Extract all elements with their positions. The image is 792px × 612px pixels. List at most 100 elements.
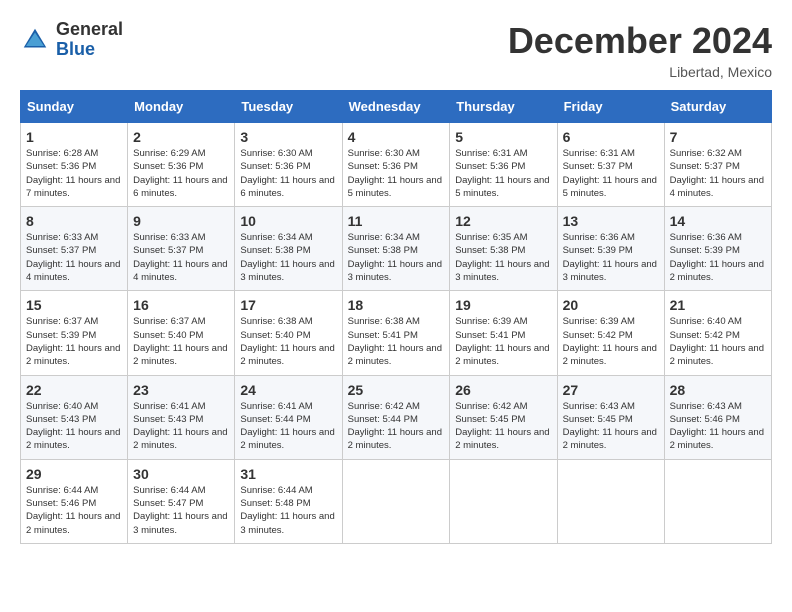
day-number: 9 [133,213,229,229]
day-info: Sunrise: 6:44 AM Sunset: 5:48 PM Dayligh… [240,484,336,537]
table-row: 27 Sunrise: 6:43 AM Sunset: 5:45 PM Dayl… [557,375,664,459]
day-number: 20 [563,297,659,313]
table-row: 15 Sunrise: 6:37 AM Sunset: 5:39 PM Dayl… [21,291,128,375]
day-info: Sunrise: 6:41 AM Sunset: 5:44 PM Dayligh… [240,400,336,453]
day-number: 23 [133,382,229,398]
day-number: 5 [455,129,551,145]
day-info: Sunrise: 6:30 AM Sunset: 5:36 PM Dayligh… [348,147,445,200]
logo-icon [20,25,50,55]
table-row: 13 Sunrise: 6:36 AM Sunset: 5:39 PM Dayl… [557,207,664,291]
col-monday: Monday [128,91,235,123]
day-number: 28 [670,382,766,398]
logo-general: General [56,19,123,39]
table-row: 20 Sunrise: 6:39 AM Sunset: 5:42 PM Dayl… [557,291,664,375]
table-row: 7 Sunrise: 6:32 AM Sunset: 5:37 PM Dayli… [664,123,771,207]
table-row: 4 Sunrise: 6:30 AM Sunset: 5:36 PM Dayli… [342,123,450,207]
day-number: 30 [133,466,229,482]
table-row: 6 Sunrise: 6:31 AM Sunset: 5:37 PM Dayli… [557,123,664,207]
table-row: 30 Sunrise: 6:44 AM Sunset: 5:47 PM Dayl… [128,459,235,543]
logo-text: General Blue [56,20,123,60]
table-row: 5 Sunrise: 6:31 AM Sunset: 5:36 PM Dayli… [450,123,557,207]
day-info: Sunrise: 6:36 AM Sunset: 5:39 PM Dayligh… [563,231,659,284]
table-row: 25 Sunrise: 6:42 AM Sunset: 5:44 PM Dayl… [342,375,450,459]
day-number: 13 [563,213,659,229]
day-number: 16 [133,297,229,313]
day-info: Sunrise: 6:31 AM Sunset: 5:37 PM Dayligh… [563,147,659,200]
table-row: 22 Sunrise: 6:40 AM Sunset: 5:43 PM Dayl… [21,375,128,459]
day-info: Sunrise: 6:42 AM Sunset: 5:44 PM Dayligh… [348,400,445,453]
calendar-week-5: 29 Sunrise: 6:44 AM Sunset: 5:46 PM Dayl… [21,459,772,543]
day-info: Sunrise: 6:38 AM Sunset: 5:40 PM Dayligh… [240,315,336,368]
table-row: 2 Sunrise: 6:29 AM Sunset: 5:36 PM Dayli… [128,123,235,207]
day-number: 10 [240,213,336,229]
day-number: 27 [563,382,659,398]
day-info: Sunrise: 6:29 AM Sunset: 5:36 PM Dayligh… [133,147,229,200]
table-row: 19 Sunrise: 6:39 AM Sunset: 5:41 PM Dayl… [450,291,557,375]
calendar-week-4: 22 Sunrise: 6:40 AM Sunset: 5:43 PM Dayl… [21,375,772,459]
day-number: 12 [455,213,551,229]
table-row [664,459,771,543]
day-info: Sunrise: 6:39 AM Sunset: 5:41 PM Dayligh… [455,315,551,368]
table-row: 8 Sunrise: 6:33 AM Sunset: 5:37 PM Dayli… [21,207,128,291]
table-row: 18 Sunrise: 6:38 AM Sunset: 5:41 PM Dayl… [342,291,450,375]
table-row: 28 Sunrise: 6:43 AM Sunset: 5:46 PM Dayl… [664,375,771,459]
day-number: 19 [455,297,551,313]
col-thursday: Thursday [450,91,557,123]
day-number: 17 [240,297,336,313]
table-row: 26 Sunrise: 6:42 AM Sunset: 5:45 PM Dayl… [450,375,557,459]
col-friday: Friday [557,91,664,123]
day-info: Sunrise: 6:40 AM Sunset: 5:42 PM Dayligh… [670,315,766,368]
table-row: 12 Sunrise: 6:35 AM Sunset: 5:38 PM Dayl… [450,207,557,291]
table-row: 14 Sunrise: 6:36 AM Sunset: 5:39 PM Dayl… [664,207,771,291]
logo-blue: Blue [56,39,95,59]
day-number: 3 [240,129,336,145]
title-block: December 2024 Libertad, Mexico [508,20,772,80]
calendar-week-1: 1 Sunrise: 6:28 AM Sunset: 5:36 PM Dayli… [21,123,772,207]
location: Libertad, Mexico [508,64,772,80]
col-wednesday: Wednesday [342,91,450,123]
day-number: 18 [348,297,445,313]
day-number: 1 [26,129,122,145]
day-info: Sunrise: 6:36 AM Sunset: 5:39 PM Dayligh… [670,231,766,284]
table-row: 3 Sunrise: 6:30 AM Sunset: 5:36 PM Dayli… [235,123,342,207]
day-number: 15 [26,297,122,313]
table-row [342,459,450,543]
table-row: 16 Sunrise: 6:37 AM Sunset: 5:40 PM Dayl… [128,291,235,375]
calendar-header-row: Sunday Monday Tuesday Wednesday Thursday… [21,91,772,123]
day-info: Sunrise: 6:28 AM Sunset: 5:36 PM Dayligh… [26,147,122,200]
day-number: 25 [348,382,445,398]
table-row [557,459,664,543]
day-info: Sunrise: 6:37 AM Sunset: 5:39 PM Dayligh… [26,315,122,368]
day-number: 29 [26,466,122,482]
page-header: General Blue December 2024 Libertad, Mex… [20,20,772,80]
table-row: 31 Sunrise: 6:44 AM Sunset: 5:48 PM Dayl… [235,459,342,543]
day-number: 31 [240,466,336,482]
day-number: 2 [133,129,229,145]
table-row: 1 Sunrise: 6:28 AM Sunset: 5:36 PM Dayli… [21,123,128,207]
day-info: Sunrise: 6:30 AM Sunset: 5:36 PM Dayligh… [240,147,336,200]
day-info: Sunrise: 6:41 AM Sunset: 5:43 PM Dayligh… [133,400,229,453]
day-number: 14 [670,213,766,229]
day-info: Sunrise: 6:38 AM Sunset: 5:41 PM Dayligh… [348,315,445,368]
col-saturday: Saturday [664,91,771,123]
logo: General Blue [20,20,123,60]
day-info: Sunrise: 6:43 AM Sunset: 5:46 PM Dayligh… [670,400,766,453]
day-info: Sunrise: 6:39 AM Sunset: 5:42 PM Dayligh… [563,315,659,368]
day-number: 6 [563,129,659,145]
col-sunday: Sunday [21,91,128,123]
table-row: 9 Sunrise: 6:33 AM Sunset: 5:37 PM Dayli… [128,207,235,291]
table-row: 23 Sunrise: 6:41 AM Sunset: 5:43 PM Dayl… [128,375,235,459]
day-info: Sunrise: 6:31 AM Sunset: 5:36 PM Dayligh… [455,147,551,200]
day-number: 7 [670,129,766,145]
table-row: 29 Sunrise: 6:44 AM Sunset: 5:46 PM Dayl… [21,459,128,543]
col-tuesday: Tuesday [235,91,342,123]
month-title: December 2024 [508,20,772,62]
table-row: 11 Sunrise: 6:34 AM Sunset: 5:38 PM Dayl… [342,207,450,291]
day-number: 8 [26,213,122,229]
day-number: 26 [455,382,551,398]
calendar: Sunday Monday Tuesday Wednesday Thursday… [20,90,772,544]
table-row [450,459,557,543]
calendar-week-3: 15 Sunrise: 6:37 AM Sunset: 5:39 PM Dayl… [21,291,772,375]
day-number: 21 [670,297,766,313]
day-info: Sunrise: 6:33 AM Sunset: 5:37 PM Dayligh… [26,231,122,284]
